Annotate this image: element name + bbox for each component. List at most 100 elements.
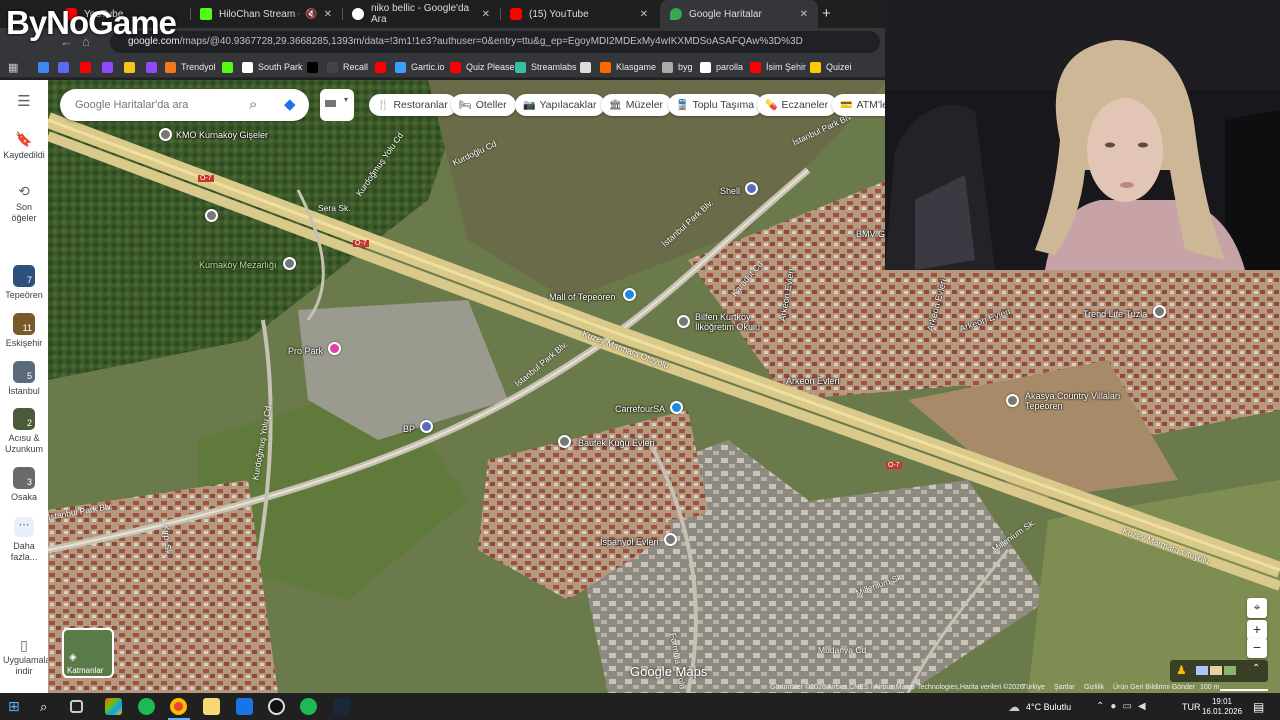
pegman-icon[interactable]: ♟ [1176, 663, 1187, 677]
bookmark-item[interactable]: Streamlabs [515, 59, 577, 75]
search-icon[interactable]: ⌕ [40, 698, 57, 715]
gas-station-pin[interactable] [745, 182, 758, 195]
obs-icon[interactable] [268, 698, 285, 715]
place-label-bautek[interactable]: Bautek Kuğu Evleri [578, 438, 655, 448]
place-label-ispanyol[interactable]: İspanyol Evleri [600, 537, 659, 547]
mute-icon[interactable]: 🔇 [305, 9, 317, 20]
gas-station-pin[interactable] [420, 420, 433, 433]
bookmark-item[interactable]: Trendyol [165, 59, 216, 75]
category-chip[interactable]: 🏛 Müzeler [601, 94, 673, 116]
bookmark-item[interactable] [375, 59, 391, 75]
clock[interactable]: 19:01 16.01.2026 [1202, 693, 1242, 720]
bookmark-item[interactable]: byg [662, 59, 693, 75]
shopping-pin[interactable] [670, 401, 683, 414]
tray-icons[interactable]: ⌃ ● ▭ ◀ [1096, 693, 1152, 720]
bookmark-item[interactable] [58, 59, 74, 75]
category-chip[interactable]: 💊 Eczaneler [757, 94, 838, 116]
new-tab-button[interactable]: + [822, 5, 831, 22]
place-pin[interactable] [159, 128, 172, 141]
close-tab-icon[interactable]: ✕ [482, 9, 490, 20]
bookmark-item[interactable] [307, 59, 323, 75]
bookmark-item[interactable]: Quiz Please [450, 59, 515, 75]
shopping-pin[interactable] [623, 288, 636, 301]
bookmark-item[interactable] [102, 59, 118, 75]
chevron-up-icon[interactable]: ⌃ [1096, 701, 1110, 712]
place-pin[interactable] [283, 257, 296, 270]
search-icon[interactable]: ⌕ [249, 89, 257, 121]
place-label-okul[interactable]: Bilfen Kurtköy İlköğretim Okulu [695, 312, 775, 332]
close-tab-icon[interactable]: ✕ [640, 9, 648, 20]
place-label-park[interactable]: Pro Park [288, 346, 323, 356]
bookmark-item[interactable] [580, 59, 596, 75]
tab-google-maps[interactable]: Google Haritalar ✕ [660, 0, 818, 28]
category-chip[interactable]: 🛏 Oteller [451, 94, 516, 116]
more-button[interactable]: ⋯ Daha fazla... [0, 517, 48, 563]
place-pin[interactable] [664, 533, 677, 546]
place-pin[interactable] [205, 209, 218, 222]
place-label-carrefour[interactable]: CarrefourSA [615, 404, 665, 414]
saved-button[interactable]: 🔖 Kaydedildi [0, 132, 48, 161]
directions-icon[interactable]: ◆ [284, 89, 296, 121]
zoom-out-button[interactable]: − [1247, 638, 1267, 658]
category-chip[interactable]: 🚆 Toplu Taşıma [668, 94, 764, 116]
download-apps-button[interactable]: ▯ Uygulamaları indir [0, 638, 56, 677]
menu-icon[interactable]: ☰ [0, 94, 48, 109]
windows-start-icon[interactable]: ⊞ [8, 698, 25, 715]
task-view-icon[interactable] [70, 700, 83, 713]
weather-widget[interactable]: ☁ 4°C Bulutlu [1008, 693, 1071, 720]
mail-icon[interactable] [236, 698, 253, 715]
recent-place-istanbul[interactable]: 5 İstanbul [0, 361, 48, 397]
place-label-kmo[interactable]: KMO Kurnaköy Gişeler [176, 130, 268, 140]
link-privacy[interactable]: Gizlilik [1084, 684, 1104, 691]
close-tab-icon[interactable]: ✕ [324, 9, 332, 20]
place-pin[interactable] [1153, 305, 1166, 318]
tab-youtube-2[interactable]: (15) YouTube ✕ [500, 0, 658, 28]
recent-place-acisu[interactable]: 2 Acısu & Uzunkum [0, 408, 48, 455]
steam-icon[interactable] [333, 698, 350, 715]
microphone-icon[interactable]: ● [1110, 701, 1122, 712]
bookmark-item[interactable]: Quizei [810, 59, 852, 75]
bookmark-item[interactable]: Recall [327, 59, 368, 75]
bookmark-item[interactable] [80, 59, 96, 75]
place-label-arkeon[interactable]: Arkeon Evleri [786, 376, 840, 386]
link-terms[interactable]: Şartlar [1054, 684, 1075, 691]
bookmark-item[interactable]: parolla [700, 59, 743, 75]
map-type-button[interactable]: ▾ [320, 89, 354, 121]
bookmark-item[interactable]: İsim Şehir [750, 59, 806, 75]
category-chip[interactable]: 🍴 Restoranlar [369, 94, 457, 116]
bookmark-item[interactable]: Gartic.io [395, 59, 445, 75]
imagery-thumb[interactable] [1210, 666, 1222, 675]
place-label-akasya[interactable]: Akasya Country Villaları Tepeören [1025, 391, 1125, 411]
recent-place-tepeoren[interactable]: 7 Tepeören [0, 265, 48, 301]
place-pin[interactable] [558, 435, 571, 448]
close-tab-icon[interactable]: ✕ [800, 9, 808, 20]
search-input[interactable]: Google Haritalar'da ara ⌕ ◆ [60, 89, 309, 121]
network-icon[interactable]: ▭ [1122, 701, 1137, 712]
zoom-in-button[interactable]: + [1247, 620, 1267, 640]
chevron-up-icon[interactable]: ⌃ [1252, 663, 1260, 674]
place-label-bp[interactable]: BP [403, 424, 415, 434]
tab-kick[interactable]: HiloChan Stream - Watch L 🔇 ✕ [190, 0, 342, 28]
apps-grid-icon[interactable]: ▦ [8, 59, 18, 75]
spotify-icon[interactable] [300, 698, 317, 715]
recent-button[interactable]: ⟲ Son öğeler [0, 184, 48, 224]
language-indicator[interactable]: TUR [1182, 693, 1201, 720]
bookmark-item[interactable] [222, 59, 238, 75]
imagery-thumb[interactable] [1224, 666, 1236, 675]
place-label-mall[interactable]: Mall of Tepeören [549, 292, 615, 302]
url-field[interactable]: google.com/maps/@40.9367728,29.3668285,1… [110, 31, 880, 53]
copilot-icon[interactable] [105, 698, 122, 715]
file-explorer-icon[interactable] [203, 698, 220, 715]
category-chip[interactable]: 📷 Yapılacaklar [515, 94, 606, 116]
place-label-trend[interactable]: Trend Life Tuzla [1083, 309, 1147, 319]
spotify-icon[interactable] [138, 698, 155, 715]
my-location-button[interactable]: ⌖ [1247, 598, 1267, 618]
chrome-icon[interactable] [170, 698, 187, 715]
layers-button[interactable]: ◈ Katmanlar [62, 628, 114, 678]
tab-google-search[interactable]: niko bellic - Google'da Ara ✕ [342, 0, 500, 28]
link-country[interactable]: Türkiye [1022, 684, 1045, 691]
school-pin[interactable] [677, 315, 690, 328]
bookmark-item[interactable]: Klasgame [600, 59, 656, 75]
place-label-mezarligi[interactable]: Kurnaköy Mezarlığı [199, 260, 277, 270]
bookmark-item[interactable] [146, 59, 162, 75]
